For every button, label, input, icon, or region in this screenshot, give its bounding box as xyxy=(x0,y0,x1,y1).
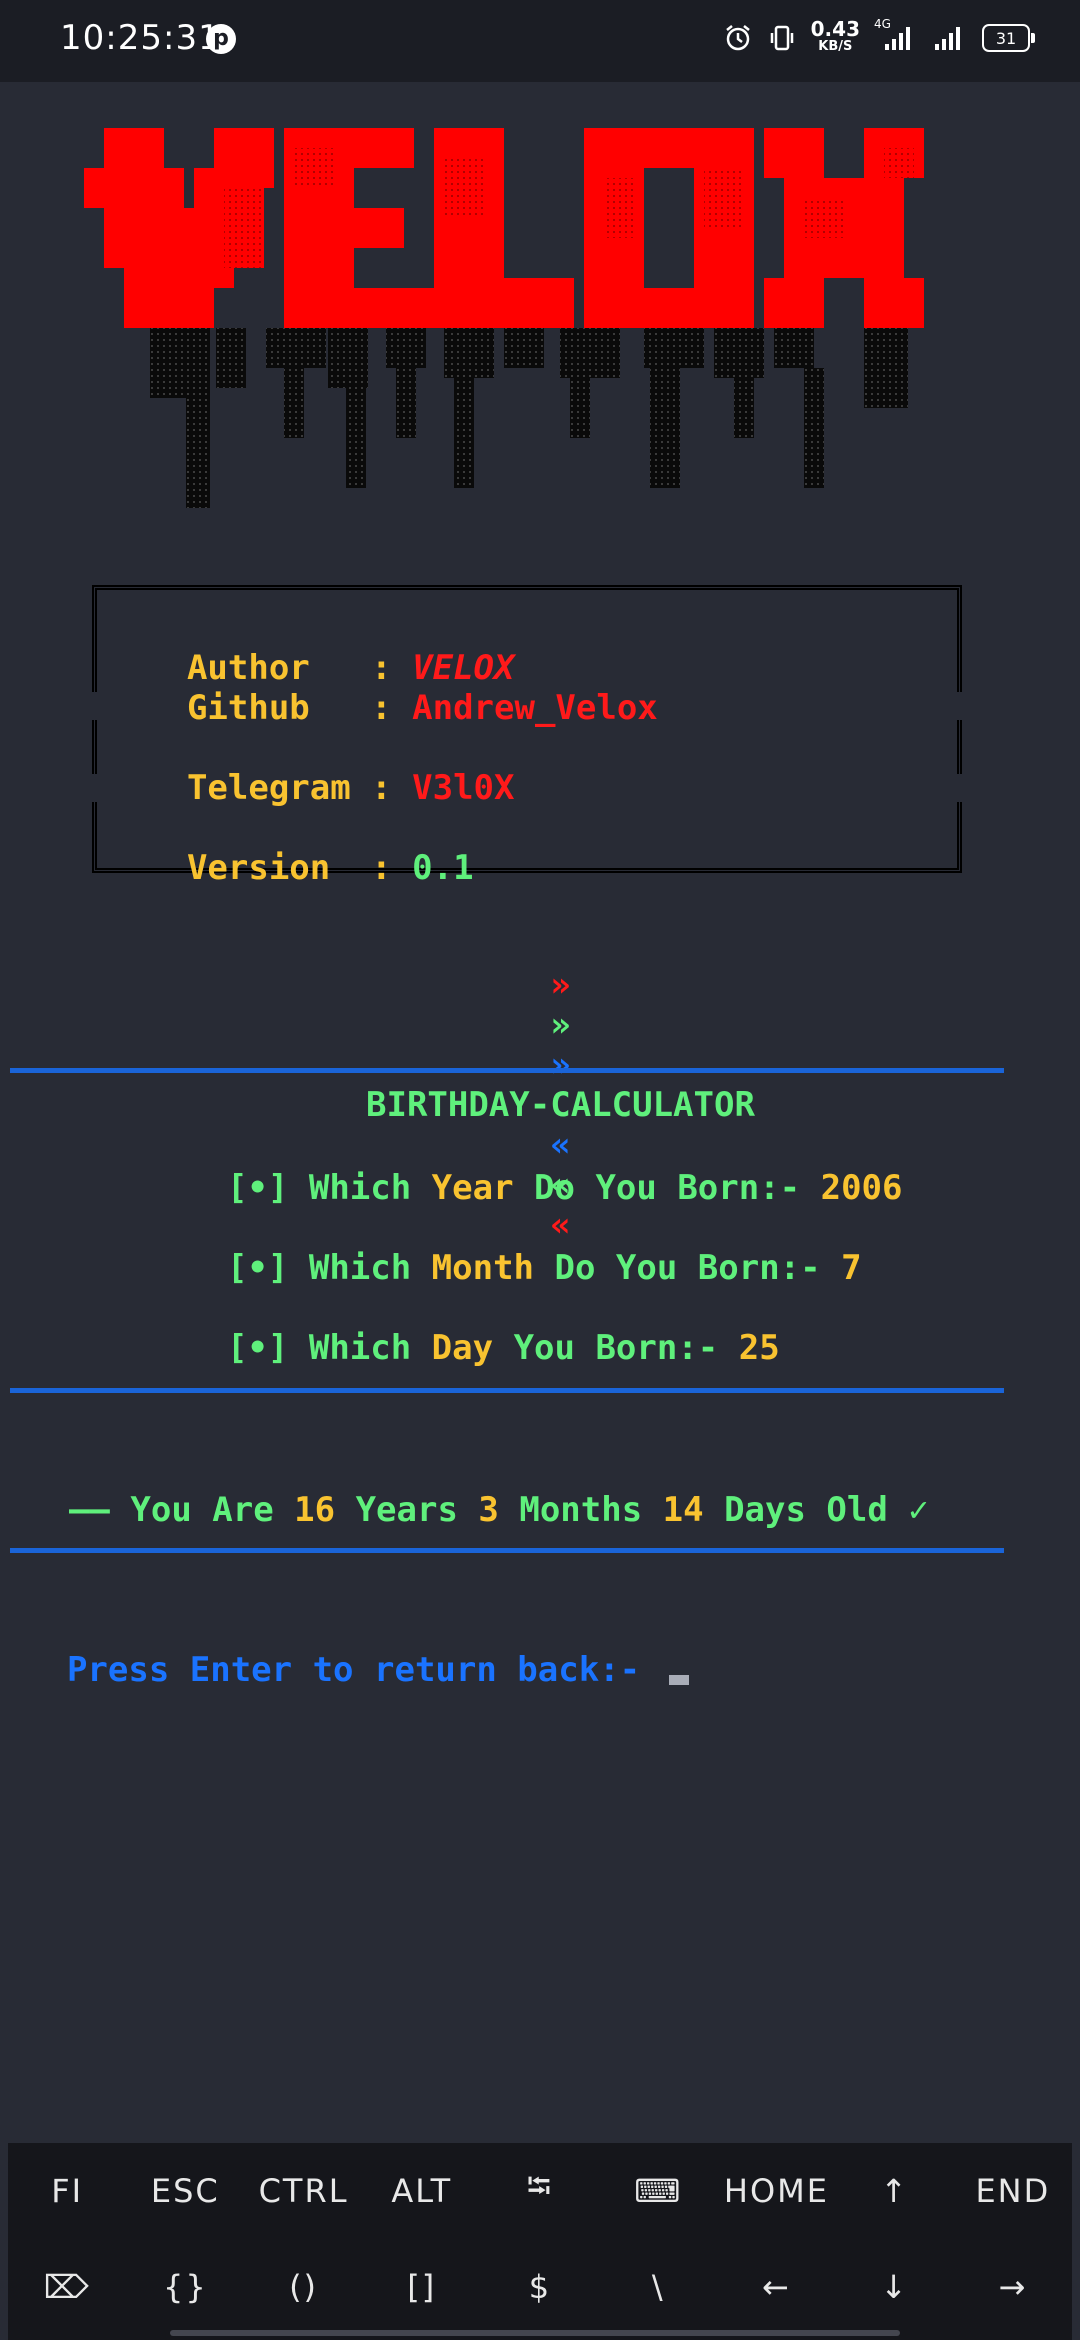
version-value: 0.1 xyxy=(412,848,474,888)
keyboard-icon[interactable]: ⌨ xyxy=(599,2143,717,2239)
result-text: Years xyxy=(335,1490,479,1530)
arrow-down-icon[interactable]: ↓ xyxy=(836,2239,954,2335)
key-fn[interactable]: FI xyxy=(8,2143,126,2239)
github-value: Andrew_Velox xyxy=(412,688,658,728)
key-backslash[interactable]: \ xyxy=(599,2239,717,2335)
telegram-row: Telegram : V3l0X xyxy=(146,728,515,808)
question-text: Which xyxy=(308,1328,432,1368)
result-months: 3 xyxy=(478,1490,499,1530)
vibrate-icon xyxy=(767,23,797,53)
age-result: —— You Are 16 Years 3 Months 14 Days Old… xyxy=(28,1450,929,1530)
question-text: Do You Born:- xyxy=(513,1168,821,1208)
question-month: [•] Which Month Do You Born:- 7 xyxy=(186,1208,862,1288)
status-time: 10:25:31 xyxy=(60,18,221,58)
key-ctrl[interactable]: CTRL xyxy=(244,2143,362,2239)
question-key: Month xyxy=(431,1248,535,1288)
network-speed-unit: KB/S xyxy=(818,39,853,54)
telegram-label: Telegram : xyxy=(186,768,413,808)
version-label: Version : xyxy=(186,848,413,888)
key-braces[interactable]: {} xyxy=(126,2239,244,2335)
telegram-value: V3l0X xyxy=(412,768,515,808)
key-end[interactable]: END xyxy=(954,2143,1072,2239)
prompt-text: Press Enter to return back:- xyxy=(66,1650,661,1690)
battery-level: 31 xyxy=(995,28,1017,48)
arrow-left-icon[interactable]: ← xyxy=(717,2239,835,2335)
question-day: [•] Which Day You Born:- 25 xyxy=(186,1288,780,1368)
velox-logo xyxy=(84,128,924,508)
github-row: Github : Andrew_Velox xyxy=(146,648,658,728)
question-text: You Born:- xyxy=(493,1328,739,1368)
extra-keys-bar: FI ESC CTRL ALT ⭾ ⌨ HOME ↑ END ⌦ {} () [… xyxy=(8,2143,1072,2340)
key-esc[interactable]: ESC xyxy=(126,2143,244,2239)
check-icon: ✓ xyxy=(908,1490,929,1530)
tab-icon[interactable]: ⭾ xyxy=(481,2143,599,2239)
answer-year: 2006 xyxy=(820,1168,903,1208)
arrow-right-green: » xyxy=(550,1005,571,1045)
network-type: 4G xyxy=(874,17,891,31)
divider-1 xyxy=(10,1068,1004,1073)
arrow-right-blue: » xyxy=(550,1045,571,1085)
network-speed-value: 0.43 xyxy=(810,17,860,41)
signal-icon-2 xyxy=(928,23,968,53)
bullet: [•] xyxy=(226,1168,309,1208)
battery-icon: 31 xyxy=(982,24,1035,52)
network-speed: 0.43 KB/S xyxy=(810,17,860,56)
divider-3 xyxy=(10,1548,1004,1553)
signal-icon: 4G xyxy=(874,17,914,53)
alarm-icon xyxy=(723,23,753,53)
arrow-right-icon[interactable]: → xyxy=(954,2239,1072,2335)
bullet: [•] xyxy=(226,1248,309,1288)
question-text: Which xyxy=(308,1168,432,1208)
question-text: Which xyxy=(308,1248,432,1288)
result-text: Months xyxy=(498,1490,663,1530)
extra-keys-row-1: FI ESC CTRL ALT ⭾ ⌨ HOME ↑ END xyxy=(8,2143,1072,2239)
keys-scrollbar[interactable] xyxy=(170,2330,900,2336)
bullet: [•] xyxy=(226,1328,309,1368)
question-text: Do You Born:- xyxy=(534,1248,842,1288)
pinterest-icon: p xyxy=(206,24,236,54)
status-bar: 10:25:31 p 0.43 KB/S 4G 31 xyxy=(0,0,1080,82)
version-row: Version : 0.1 xyxy=(146,808,474,888)
return-prompt[interactable]: Press Enter to return back:- xyxy=(26,1610,689,1690)
title-text: BIRTHDAY-CALCULATOR xyxy=(366,1085,755,1125)
delete-icon[interactable]: ⌦ xyxy=(8,2239,126,2335)
extra-keys-row-2: ⌦ {} () [] $ \ ← ↓ → xyxy=(8,2239,1072,2335)
result-years: 16 xyxy=(294,1490,336,1530)
key-parens[interactable]: () xyxy=(244,2239,362,2335)
question-key: Year xyxy=(431,1168,514,1208)
result-days: 14 xyxy=(662,1490,704,1530)
divider-2 xyxy=(10,1388,1004,1393)
answer-day: 25 xyxy=(738,1328,780,1368)
key-dollar[interactable]: $ xyxy=(481,2239,599,2335)
question-key: Day xyxy=(431,1328,494,1368)
key-brackets[interactable]: [] xyxy=(363,2239,481,2335)
key-home[interactable]: HOME xyxy=(717,2143,835,2239)
status-icons: 0.43 KB/S 4G 31 xyxy=(723,17,1035,56)
terminal-cursor xyxy=(668,1675,689,1685)
github-label: Github : xyxy=(186,688,413,728)
key-alt[interactable]: ALT xyxy=(363,2143,481,2239)
arrow-up-icon[interactable]: ↑ xyxy=(836,2143,954,2239)
result-dash: —— xyxy=(68,1490,131,1530)
result-text: You Are xyxy=(130,1490,295,1530)
answer-month: 7 xyxy=(841,1248,862,1288)
arrow-right-red: » xyxy=(550,965,571,1005)
question-year: [•] Which Year Do You Born:- 2006 xyxy=(186,1128,903,1208)
result-text: Days Old xyxy=(703,1490,909,1530)
